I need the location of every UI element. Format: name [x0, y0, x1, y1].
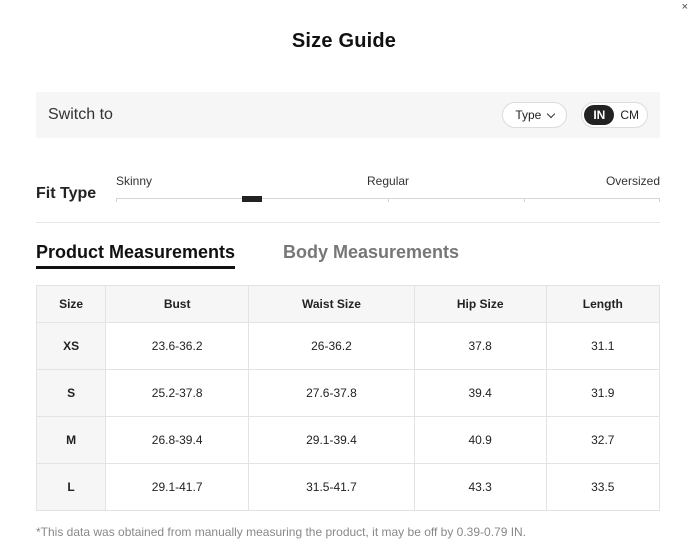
table-cell: 31.9: [545, 369, 661, 417]
fit-label-oversized: Oversized: [605, 174, 660, 188]
table-cell: 31.5-41.7: [248, 463, 415, 511]
table-row: M 26.8-39.4 29.1-39.4 40.9 32.7: [35, 416, 661, 464]
table-header-row: Size Bust Waist Size Hip Size Length: [35, 285, 661, 323]
column-header: Waist Size: [248, 285, 415, 323]
table-row: XS 23.6-36.2 26-36.2 37.8 31.1: [35, 322, 661, 370]
table-cell: 25.2-37.8: [105, 369, 250, 417]
close-icon[interactable]: ×: [682, 2, 688, 13]
table-cell: 31.1: [545, 322, 661, 370]
table-cell: 32.7: [545, 416, 661, 464]
table-cell: 33.5: [545, 463, 661, 511]
table-cell: 37.8: [413, 322, 547, 370]
tab-product-measurements[interactable]: Product Measurements: [36, 242, 235, 263]
table-cell: 23.6-36.2: [105, 322, 250, 370]
fit-position-marker: [242, 196, 262, 202]
table-cell: 39.4: [413, 369, 547, 417]
fit-type-scale: Fit Type Skinny Regular Oversized: [36, 172, 660, 208]
unit-option-in[interactable]: IN: [584, 105, 615, 125]
measurement-footnote: *This data was obtained from manually me…: [36, 525, 527, 539]
table-cell: 43.3: [413, 463, 547, 511]
section-divider: [36, 222, 660, 223]
table-row: L 29.1-41.7 31.5-41.7 43.3 33.5: [35, 463, 661, 511]
size-table: Size Bust Waist Size Hip Size Length XS …: [35, 285, 661, 511]
fit-tick: [659, 198, 660, 202]
unit-option-cm[interactable]: CM: [614, 105, 645, 125]
table-cell: 40.9: [413, 416, 547, 464]
size-cell: M: [35, 416, 107, 464]
active-tab-underline: [36, 266, 235, 269]
fit-type-title: Fit Type: [36, 185, 97, 202]
fit-label-skinny: Skinny: [116, 174, 153, 188]
unit-switch-bar: Switch to Type IN CM: [36, 92, 660, 138]
page-title: Size Guide: [291, 30, 397, 52]
table-cell: 26.8-39.4: [105, 416, 250, 464]
column-header: Size: [35, 285, 107, 323]
switch-to-label: Switch to: [48, 106, 113, 123]
table-cell: 29.1-41.7: [105, 463, 250, 511]
size-cell: S: [35, 369, 107, 417]
table-cell: 29.1-39.4: [248, 416, 415, 464]
fit-tick: [116, 198, 117, 202]
column-header: Bust: [105, 285, 250, 323]
chevron-down-icon: [547, 109, 556, 118]
type-dropdown-button[interactable]: Type: [502, 102, 568, 128]
fit-tick: [524, 198, 525, 202]
table-cell: 26-36.2: [248, 322, 415, 370]
type-label: Type: [515, 108, 542, 122]
size-cell: L: [35, 463, 107, 511]
fit-tick: [388, 198, 389, 202]
column-header: Hip Size: [413, 285, 547, 323]
table-cell: 27.6-37.8: [248, 369, 415, 417]
unit-toggle: IN CM: [581, 102, 648, 128]
tab-body-measurements[interactable]: Body Measurements: [283, 242, 459, 263]
fit-label-regular: Regular: [367, 174, 410, 188]
table-row: S 25.2-37.8 27.6-37.8 39.4 31.9: [35, 369, 661, 417]
column-header: Length: [545, 285, 661, 323]
size-cell: XS: [35, 322, 107, 370]
